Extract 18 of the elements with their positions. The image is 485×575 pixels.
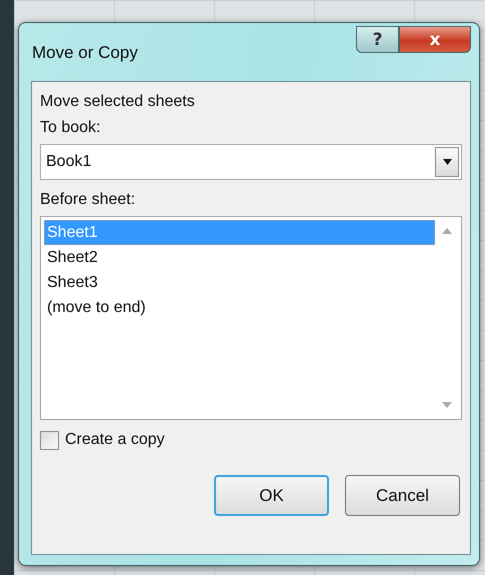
cancel-button[interactable]: Cancel [345, 475, 460, 516]
scroll-up-icon[interactable] [442, 228, 452, 234]
ok-button[interactable]: OK [214, 475, 329, 516]
field-label: Before sheet: [40, 190, 136, 210]
list-item[interactable]: Sheet3 [44, 270, 435, 295]
list-item[interactable]: (move to end) [44, 295, 435, 320]
scroll-down-icon[interactable] [442, 402, 452, 408]
checkbox-label: Create a copy [65, 430, 165, 450]
dropdown-button[interactable] [435, 147, 459, 177]
window-title: Move or Copy [32, 43, 138, 63]
book-dropdown[interactable]: Book1 [40, 144, 462, 180]
caret-icon [442, 159, 452, 165]
prompt-text: Move selected sheets [40, 92, 196, 112]
checkbox[interactable] [40, 430, 59, 450]
field-label: To book: [40, 118, 102, 138]
help-button[interactable]: ? [356, 26, 399, 53]
close-button[interactable]: x [399, 26, 471, 53]
list-item[interactable]: Sheet2 [44, 245, 435, 270]
